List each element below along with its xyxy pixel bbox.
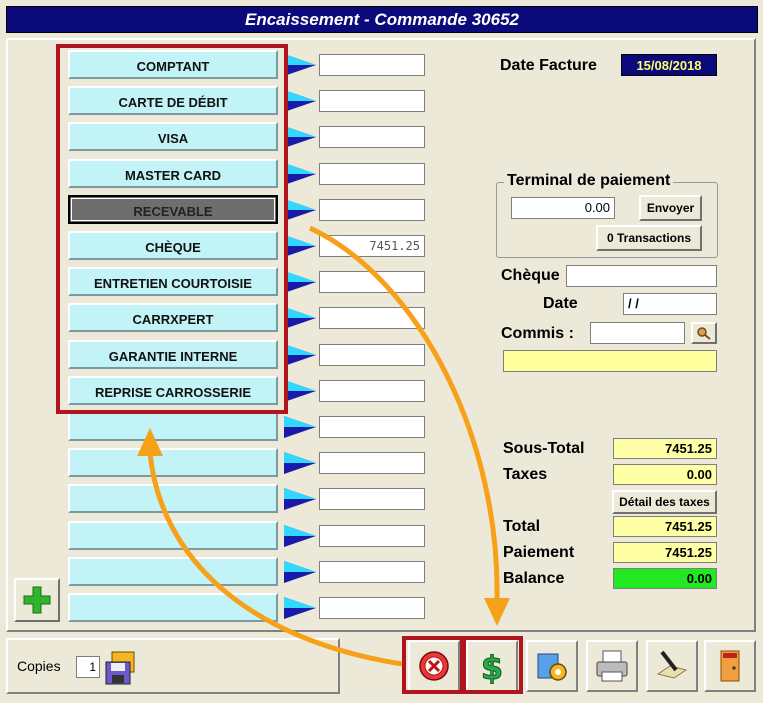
payment-amount-input[interactable] [319,488,425,510]
tax-detail-button[interactable]: Détail des taxes [612,490,717,514]
payment-amount-input[interactable] [319,126,425,148]
payment-value: 7451.25 [613,542,717,563]
save-button[interactable] [104,650,140,686]
floppy-disk-icon [105,651,135,685]
payment-method-button[interactable] [68,412,278,441]
settings-icon [537,653,567,681]
triangle-arrow-icon [284,344,316,366]
search-icon [697,327,711,340]
triangle-arrow-icon [284,271,316,293]
payment-method-button[interactable] [68,593,278,622]
terminal-amount-input[interactable]: 0.00 [511,197,615,219]
payment-label: Paiement [503,544,575,561]
payment-amount-input[interactable] [319,90,425,112]
invoice-date-label: Date Facture [500,57,597,74]
exit-button[interactable] [704,640,756,692]
sign-button[interactable] [646,640,698,692]
triangle-arrow-icon [284,525,316,547]
payment-method-button[interactable] [68,521,278,550]
payment-method-button[interactable] [68,484,278,513]
triangle-arrow-icon [284,199,316,221]
total-label: Total [503,518,541,535]
payment-amount-input[interactable] [319,271,425,293]
triangle-arrow-icon [284,452,316,474]
plus-icon [23,586,51,614]
triangle-arrow-icon [284,416,316,438]
triangle-arrow-icon [284,126,316,148]
payment-amount-input[interactable] [319,163,425,185]
window-title: Encaissement - Commande 30652 [6,6,758,33]
copies-input[interactable]: 1 [76,656,100,678]
commis-search-button[interactable] [691,322,717,344]
balance-label: Balance [503,570,565,587]
payment-methods-highlight [56,44,288,414]
print-button[interactable] [586,640,638,692]
payment-amount-input[interactable] [319,416,425,438]
payment-amount-input[interactable] [319,344,425,366]
triangle-arrow-icon [284,561,316,583]
cheque-date-input[interactable]: / / [623,293,717,315]
payment-amount-input[interactable] [319,597,425,619]
subtotal-value: 7451.25 [613,438,717,459]
triangle-arrow-icon [284,488,316,510]
payment-method-button[interactable] [68,557,278,586]
payment-amount-input[interactable] [319,54,425,76]
send-button[interactable]: Envoyer [639,195,702,221]
subtotal-label: Sous-Total [503,440,585,457]
cancel-highlight [402,636,464,694]
payment-amount-input[interactable] [319,561,425,583]
printer-icon [596,650,628,682]
pay-highlight [462,636,523,694]
transactions-button[interactable]: 0 Transactions [596,225,702,251]
settings-button[interactable] [526,640,578,692]
triangle-arrow-icon [284,380,316,402]
commis-note-field [503,350,717,372]
copies-label: Copies [17,658,61,674]
triangle-arrow-icon [284,90,316,112]
triangle-arrow-icon [284,307,316,329]
total-value: 7451.25 [613,516,717,537]
payment-amount-input[interactable]: 7451.25 [319,235,425,257]
cheque-input[interactable] [566,265,717,287]
payment-amount-input[interactable] [319,525,425,547]
taxes-value: 0.00 [613,464,717,485]
terminal-title: Terminal de paiement [504,172,674,190]
invoice-date-value: 15/08/2018 [621,54,717,76]
payment-method-button[interactable] [68,448,278,477]
add-payment-button[interactable] [14,578,60,622]
triangle-arrow-icon [284,597,316,619]
triangle-arrow-icon [284,163,316,185]
signature-icon [656,650,688,679]
balance-value: 0.00 [613,568,717,589]
payment-amount-input[interactable] [319,452,425,474]
payment-amount-input[interactable] [319,380,425,402]
triangle-arrow-icon [284,235,316,257]
payment-amount-input[interactable] [319,199,425,221]
taxes-label: Taxes [503,466,548,483]
commis-label: Commis : [501,325,574,342]
payment-amount-input[interactable] [319,307,425,329]
exit-door-icon [720,650,740,682]
cheque-label: Chèque [501,267,560,284]
cheque-date-label: Date [543,295,578,312]
commis-input[interactable] [590,322,685,344]
triangle-arrow-icon [284,54,316,76]
